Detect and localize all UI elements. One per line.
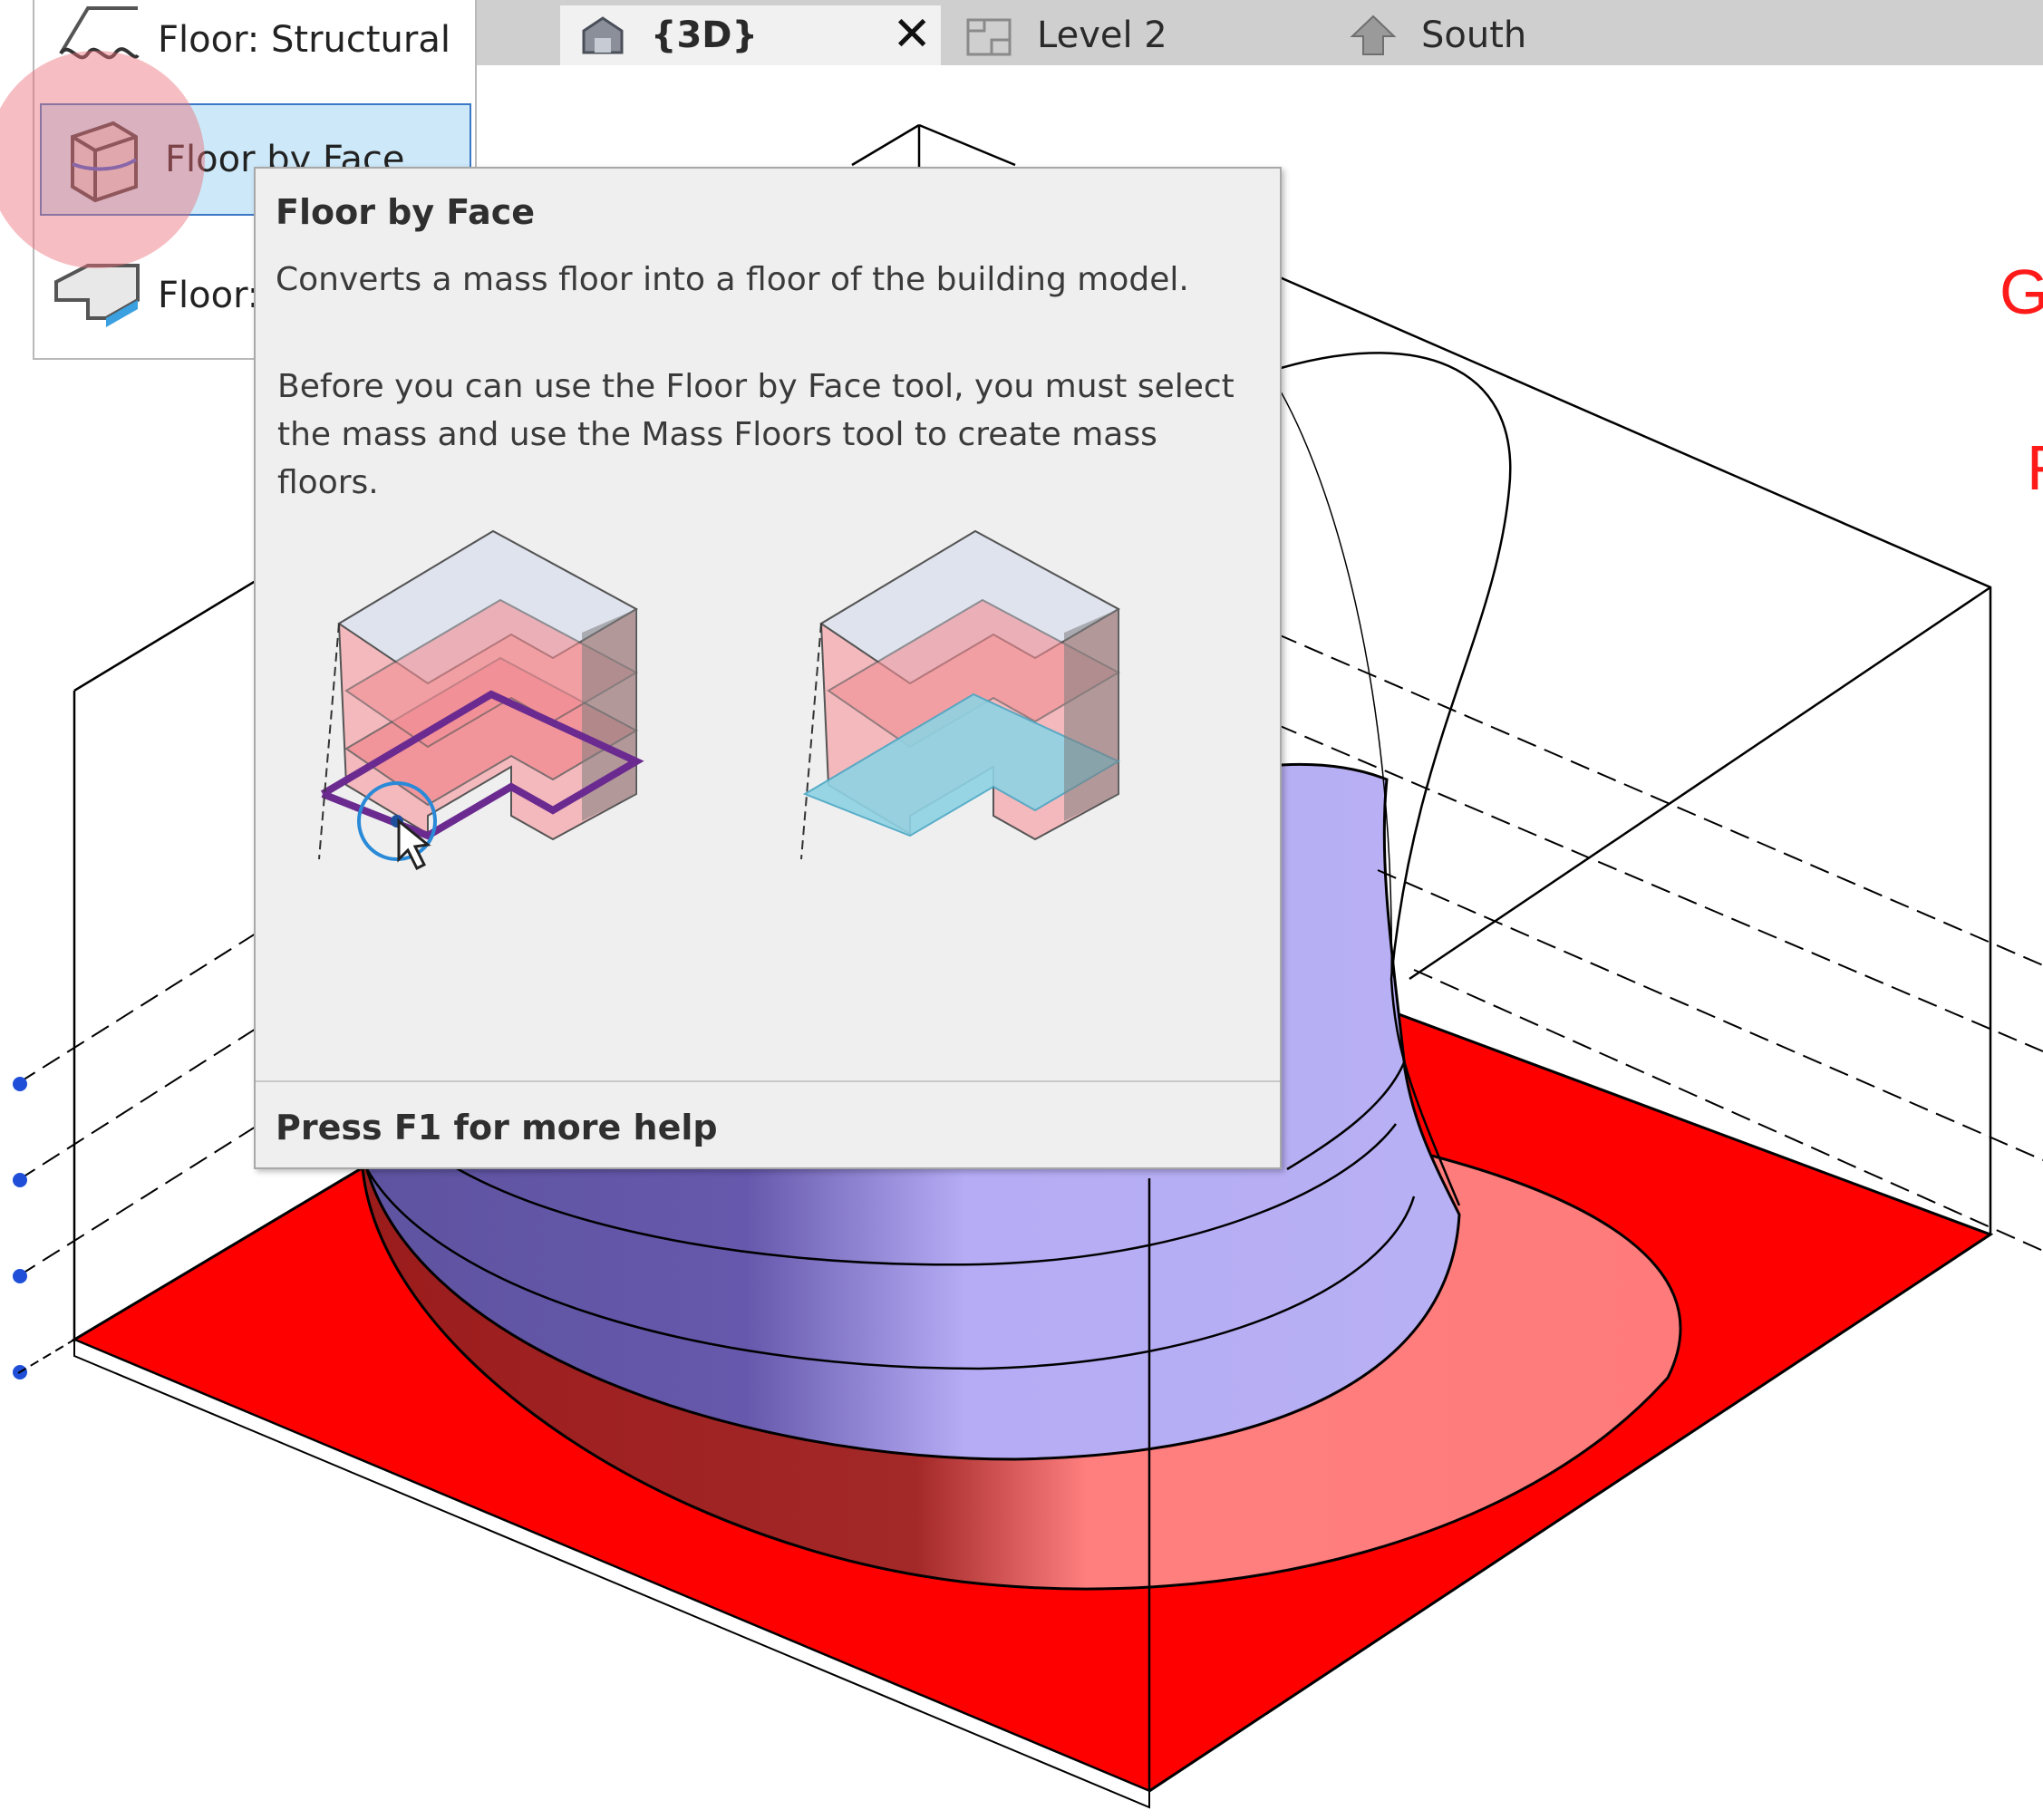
mass-floors-illustration [318, 529, 644, 871]
tooltip-help-hint: Press F1 for more help [276, 1108, 718, 1147]
tab-label: South [1421, 15, 1527, 56]
close-tab-icon[interactable]: ✕ [892, 11, 932, 58]
tab-south[interactable]: South [1345, 5, 1708, 65]
menu-item-label: Floor: Structural [158, 19, 450, 61]
tab-label: {3D} [651, 15, 758, 56]
home-3d-icon [578, 13, 627, 58]
tab-label: Level 2 [1037, 15, 1167, 56]
tooltip-divider [256, 1080, 1280, 1082]
floor-plan-icon [964, 13, 1013, 58]
menu-item-label: Floor: [158, 275, 260, 316]
annotation-letter-f: F [2027, 431, 2043, 504]
tooltip-description: Converts a mass floor into a floor of th… [276, 261, 1189, 298]
view-tab-bar: {3D} ✕ Level 2 South [477, 0, 2043, 65]
level-markers [13, 1077, 75, 1380]
tab-3d[interactable]: {3D} ✕ [560, 5, 941, 65]
floor-by-face-tooltip: Floor by Face Converts a mass floor into… [254, 167, 1282, 1169]
tooltip-illustration [310, 522, 1253, 939]
floor-created-illustration [800, 529, 1121, 860]
annotation-letter-g: G [1999, 257, 2043, 327]
tooltip-title: Floor by Face [276, 192, 536, 232]
tab-level-2[interactable]: Level 2 [961, 5, 1323, 65]
tooltip-note: Before you can use the Floor by Face too… [277, 368, 1235, 501]
elevation-icon [1349, 13, 1398, 58]
